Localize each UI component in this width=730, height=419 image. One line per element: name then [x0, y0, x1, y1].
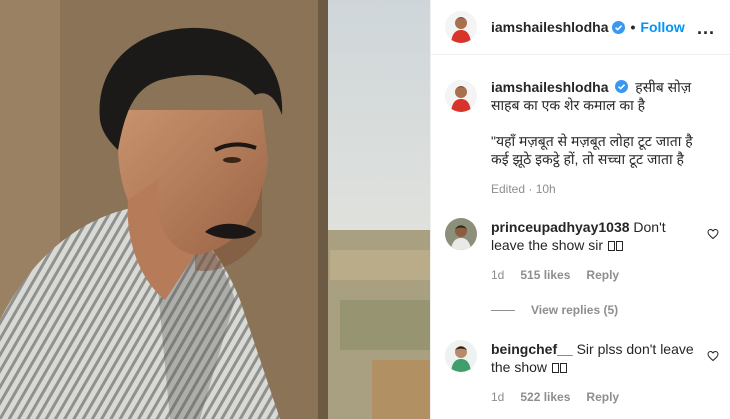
verified-badge-icon: [615, 80, 629, 93]
avatar-image: [445, 218, 477, 250]
reply-button[interactable]: Reply: [586, 268, 619, 282]
avatar-image: [445, 80, 477, 112]
divider: [491, 309, 515, 311]
commenter-avatar[interactable]: [445, 340, 477, 372]
commenter-avatar[interactable]: [445, 218, 477, 250]
emoji-glyph: [559, 363, 567, 373]
follow-button[interactable]: Follow: [640, 19, 684, 35]
comment-age: 1d: [491, 390, 505, 404]
avatar-image: [445, 340, 477, 372]
emoji-glyph: [607, 241, 615, 251]
post-header: iamshaileshlodha • Follow ...: [431, 0, 730, 55]
heart-icon[interactable]: [707, 350, 719, 362]
post-caption: iamshaileshlodha हसीब सोज़ साहब का एक शे…: [445, 78, 725, 198]
view-replies-label: View replies (5): [531, 303, 619, 317]
instagram-post: iamshaileshlodha • Follow ... iamshailes…: [0, 0, 730, 419]
reply-button[interactable]: Reply: [586, 390, 619, 404]
avatar-image: [445, 11, 477, 43]
comment-likes[interactable]: 522 likes: [520, 390, 570, 404]
caption-username[interactable]: iamshaileshlodha: [491, 79, 608, 95]
comment-meta: 1d 515 likes Reply: [491, 268, 730, 282]
emoji-glyph: [615, 241, 623, 251]
portrait-image: [0, 0, 430, 419]
comment-username[interactable]: princeupadhyay1038: [491, 219, 630, 235]
verified-badge-icon: [612, 20, 626, 34]
avatar[interactable]: [445, 11, 477, 43]
emoji-glyph: [551, 363, 559, 373]
caption-quote-line-2: कई झूठे इकट्ठे हों, तो सच्चा टूट जाता है: [491, 151, 684, 167]
comments-panel: iamshaileshlodha • Follow ... iamshailes…: [430, 0, 730, 419]
header-username[interactable]: iamshaileshlodha: [491, 19, 608, 35]
caption-quote-line-1: "यहाँ मज़बूत से मज़बूत लोहा टूट जाता है: [491, 133, 693, 149]
post-photo[interactable]: [0, 0, 430, 419]
caption-avatar[interactable]: [445, 80, 477, 112]
more-options-icon[interactable]: ...: [697, 18, 715, 39]
header-separator: •: [630, 19, 636, 35]
edited-timestamp: Edited · 10h: [491, 182, 556, 196]
comment-likes[interactable]: 515 likes: [520, 268, 570, 282]
view-replies-button[interactable]: View replies (5): [491, 303, 618, 317]
comment-item: beingchef__ Sir plss don't leave the sho…: [445, 340, 730, 404]
comment-username[interactable]: beingchef__: [491, 341, 573, 357]
heart-icon[interactable]: [707, 228, 719, 240]
comment-meta: 1d 522 likes Reply: [491, 390, 730, 404]
comment-item: princeupadhyay1038 Don't leave the show …: [445, 218, 730, 282]
comment-age: 1d: [491, 268, 505, 282]
